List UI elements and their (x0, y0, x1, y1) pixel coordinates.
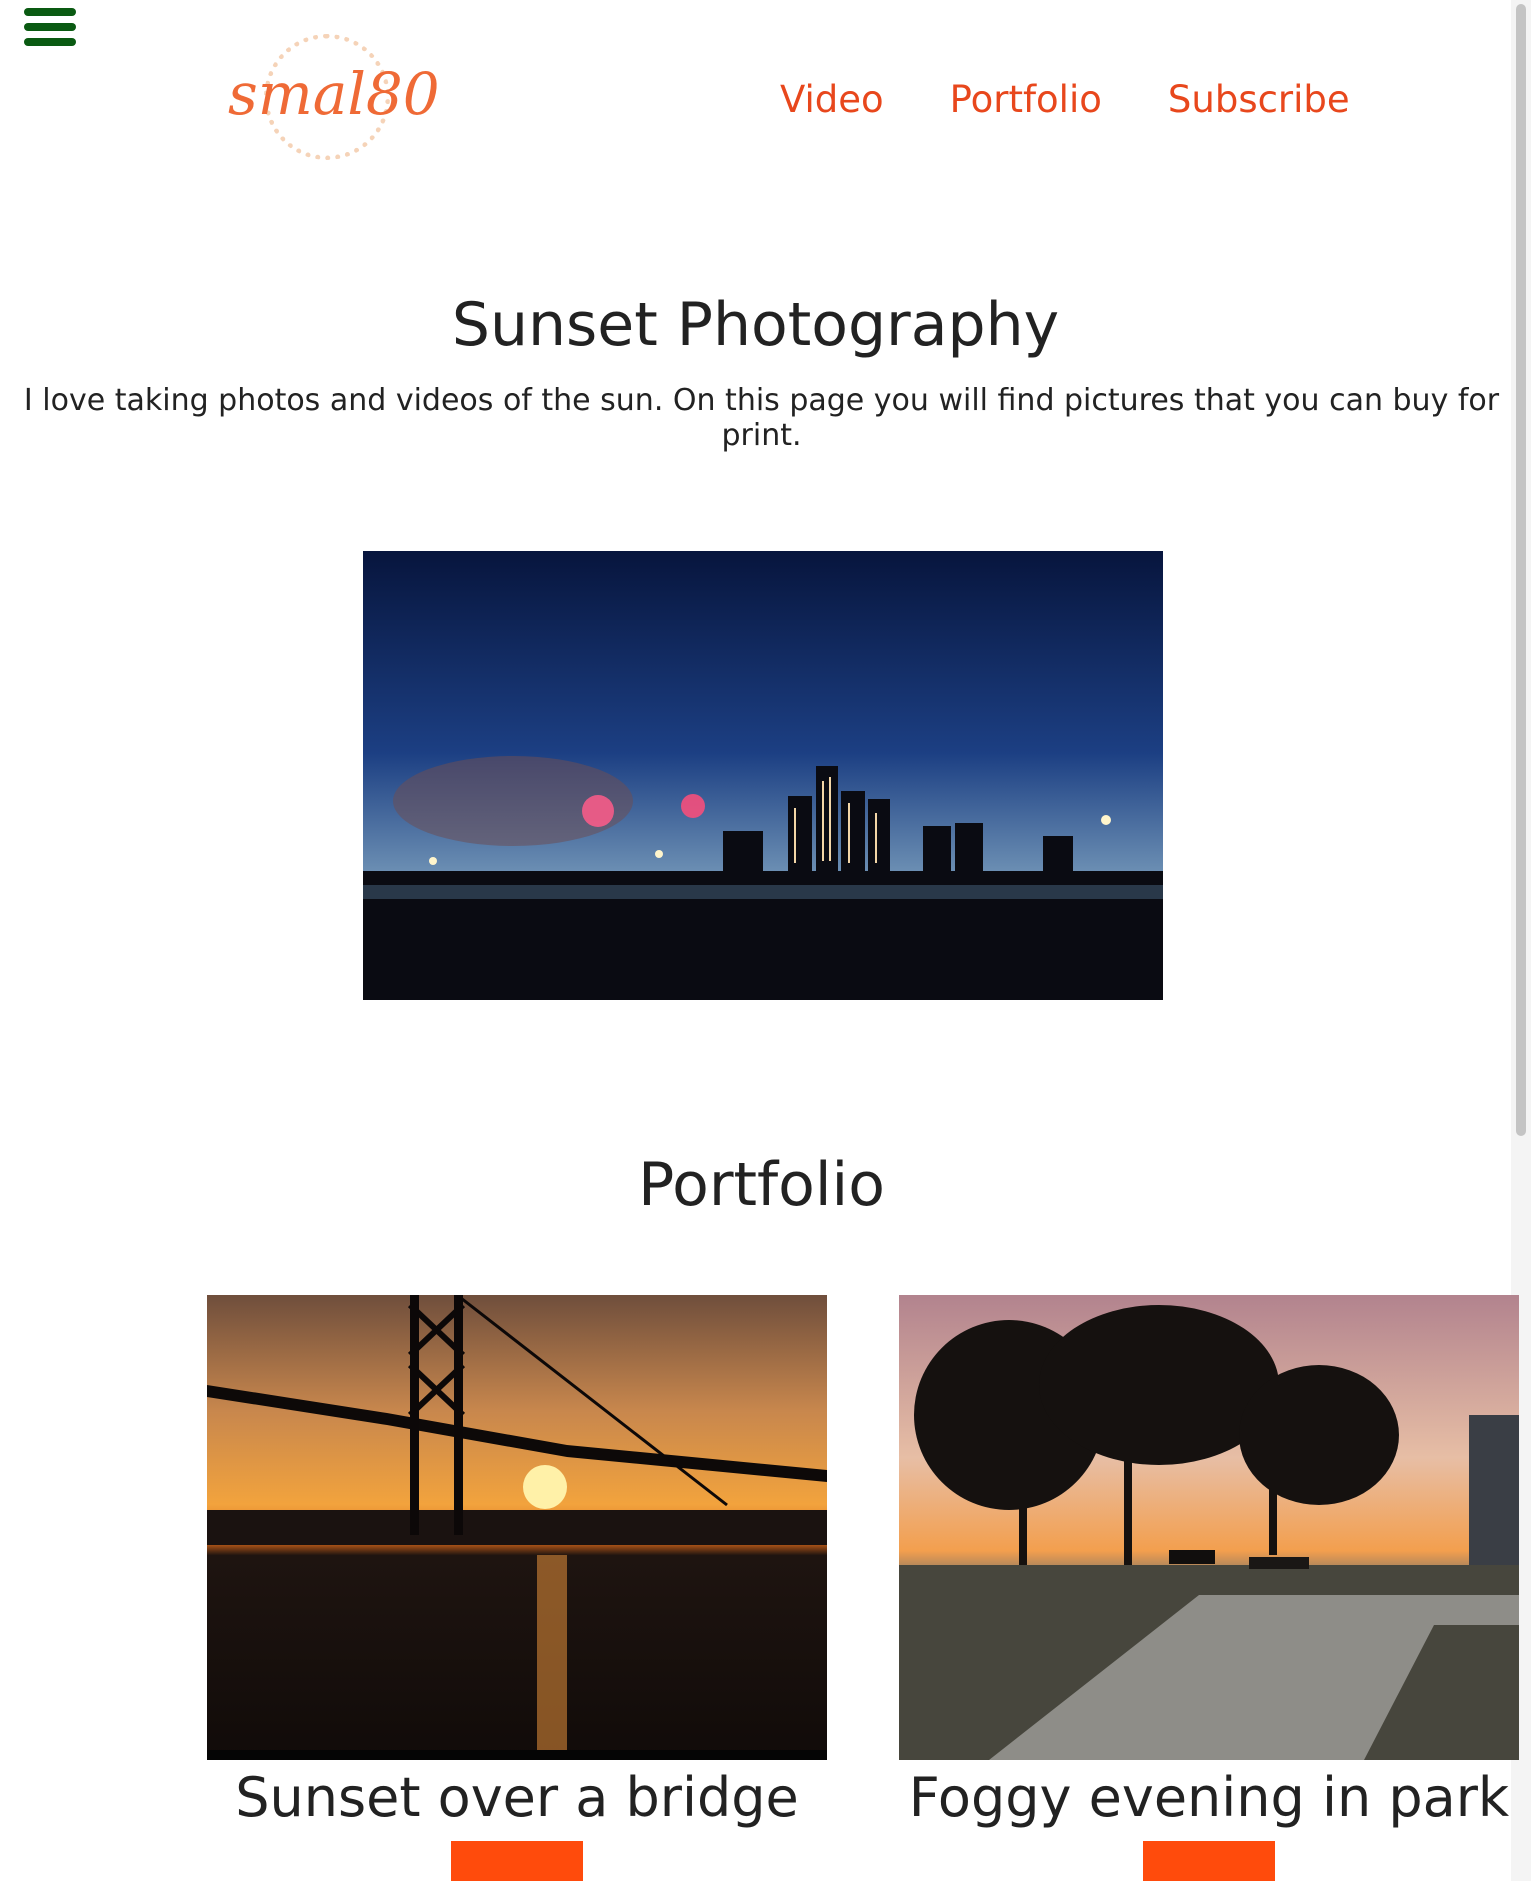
portfolio-image-bridge[interactable] (207, 1295, 827, 1760)
main-nav: Video Portfolio Subscribe (780, 78, 1350, 121)
hamburger-menu-icon[interactable] (24, 8, 76, 52)
buy-button[interactable] (451, 1841, 583, 1881)
scrollbar-thumb[interactable] (1516, 4, 1526, 1136)
portfolio-card: Sunset over a bridge (207, 1295, 827, 1881)
page-title: Sunset Photography (451, 290, 1060, 360)
portfolio-card: Foggy evening in park (899, 1295, 1519, 1881)
nav-portfolio-link[interactable]: Portfolio (950, 78, 1102, 121)
site-logo[interactable]: smal80 (228, 30, 440, 170)
portfolio-caption: Sunset over a bridge (235, 1766, 799, 1829)
nav-subscribe-link[interactable]: Subscribe (1168, 78, 1350, 121)
buy-button[interactable] (1143, 1841, 1275, 1881)
logo-text: smal80 (228, 60, 440, 128)
intro-text: I love taking photos and videos of the s… (23, 383, 1500, 453)
portfolio-image-park[interactable] (899, 1295, 1519, 1760)
hero-video[interactable] (363, 551, 1163, 1000)
portfolio-section-title: Portfolio (638, 1150, 885, 1220)
portfolio-caption: Foggy evening in park (908, 1766, 1510, 1829)
nav-video-link[interactable]: Video (780, 78, 884, 121)
